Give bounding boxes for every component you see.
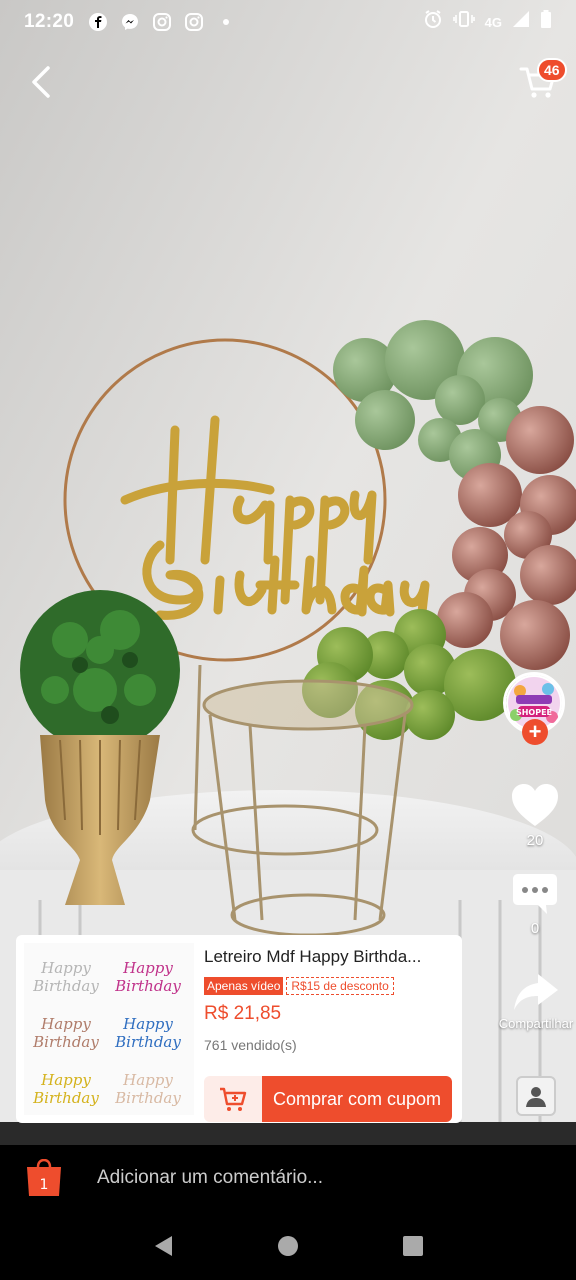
network-type: 4G bbox=[484, 14, 502, 30]
variant-swatch: HappyBirthday bbox=[32, 959, 99, 995]
product-title[interactable]: Letreiro Mdf Happy Birthda... bbox=[204, 947, 452, 967]
instagram-icon bbox=[184, 12, 204, 32]
svg-text:Happy: Happy bbox=[40, 1071, 91, 1089]
like-button[interactable]: 20 bbox=[503, 782, 567, 849]
cart-icon bbox=[220, 1087, 247, 1111]
svg-text:Happy: Happy bbox=[122, 959, 173, 977]
square-recents-icon bbox=[403, 1235, 424, 1256]
system-nav-bar bbox=[0, 1211, 576, 1280]
share-arrow-icon bbox=[514, 974, 558, 1010]
battery-icon bbox=[540, 10, 552, 34]
variant-swatch: HappyBirthday bbox=[114, 959, 181, 995]
variant-swatch: HappyBirthday bbox=[32, 1015, 99, 1051]
signal-icon bbox=[512, 10, 530, 34]
facebook-icon bbox=[88, 12, 108, 32]
svg-text:SHOPEE: SHOPEE bbox=[516, 708, 552, 717]
sold-count: 761 vendido(s) bbox=[204, 1037, 297, 1053]
product-variants-image: HappyBirthdayHappyBirthdayHappyBirthdayH… bbox=[32, 959, 181, 1107]
heart-icon bbox=[512, 784, 558, 826]
triangle-back-icon bbox=[154, 1235, 172, 1256]
svg-text:Birthday: Birthday bbox=[32, 1089, 99, 1107]
comment-button[interactable]: 0 bbox=[503, 872, 567, 937]
nav-back-button[interactable] bbox=[143, 1226, 183, 1266]
nav-recents-button[interactable] bbox=[393, 1226, 433, 1266]
product-price: R$ 21,85 bbox=[204, 1003, 282, 1024]
comment-bar[interactable]: 1 Adicionar um comentário... bbox=[0, 1145, 576, 1211]
add-to-cart-button[interactable] bbox=[204, 1076, 262, 1122]
follow-button[interactable]: + bbox=[522, 719, 548, 745]
vibrate-icon bbox=[452, 9, 475, 35]
instagram-icon bbox=[152, 12, 172, 32]
variant-swatch: HappyBirthday bbox=[114, 1015, 181, 1051]
dot-icon bbox=[216, 12, 236, 32]
product-card[interactable]: Happy Birthday Happy Birthday Happy Birthday H… bbox=[16, 935, 462, 1123]
discount-tag: R$15 de desconto bbox=[286, 977, 394, 995]
status-time: 12:20 bbox=[24, 11, 75, 32]
svg-text:Happy: Happy bbox=[122, 1071, 173, 1089]
share-button[interactable]: Compartilhar bbox=[496, 972, 576, 1031]
shopee-badge-count: 1 bbox=[40, 1177, 49, 1193]
svg-text:Happy: Happy bbox=[40, 959, 91, 977]
like-count: 20 bbox=[526, 832, 544, 849]
comment-input[interactable]: Adicionar um comentário... bbox=[97, 1167, 323, 1189]
svg-text:Birthday: Birthday bbox=[32, 977, 99, 995]
share-label: Compartilhar bbox=[498, 1016, 574, 1031]
svg-text:Birthday: Birthday bbox=[114, 1089, 181, 1107]
chevron-left-icon bbox=[32, 66, 50, 98]
comment-bubble-icon bbox=[513, 874, 557, 914]
shopee-bag-icon[interactable]: 1 bbox=[24, 1158, 64, 1197]
svg-text:Happy: Happy bbox=[122, 1015, 173, 1033]
messenger-icon bbox=[120, 12, 140, 32]
variant-swatch: HappyBirthday bbox=[114, 1071, 181, 1107]
circle-home-icon bbox=[277, 1235, 298, 1256]
svg-text:Birthday: Birthday bbox=[114, 1033, 181, 1051]
svg-text:Birthday: Birthday bbox=[114, 977, 181, 995]
alarm-icon bbox=[423, 9, 443, 35]
product-thumbnail[interactable]: Happy Birthday Happy Birthday Happy Birthday H… bbox=[24, 943, 194, 1115]
buy-with-coupon-button[interactable]: Comprar com cupom bbox=[262, 1076, 452, 1122]
back-button[interactable] bbox=[22, 62, 62, 102]
svg-text:Happy: Happy bbox=[40, 1015, 91, 1033]
video-only-tag: Apenas vídeo bbox=[204, 977, 284, 995]
svg-text:Birthday: Birthday bbox=[32, 1033, 99, 1051]
comment-count: 0 bbox=[530, 920, 540, 937]
profile-button[interactable] bbox=[516, 1076, 556, 1116]
nav-home-button[interactable] bbox=[268, 1226, 308, 1266]
product-info: Letreiro Mdf Happy Birthda... Apenas víd… bbox=[204, 943, 454, 1122]
promo-row: Apenas vídeo R$15 de desconto bbox=[204, 977, 454, 995]
cart-count-badge: 46 bbox=[537, 58, 567, 82]
person-icon bbox=[526, 1087, 546, 1107]
status-bar: 12:20 4G bbox=[0, 0, 576, 44]
variant-swatch: HappyBirthday bbox=[32, 1071, 99, 1107]
